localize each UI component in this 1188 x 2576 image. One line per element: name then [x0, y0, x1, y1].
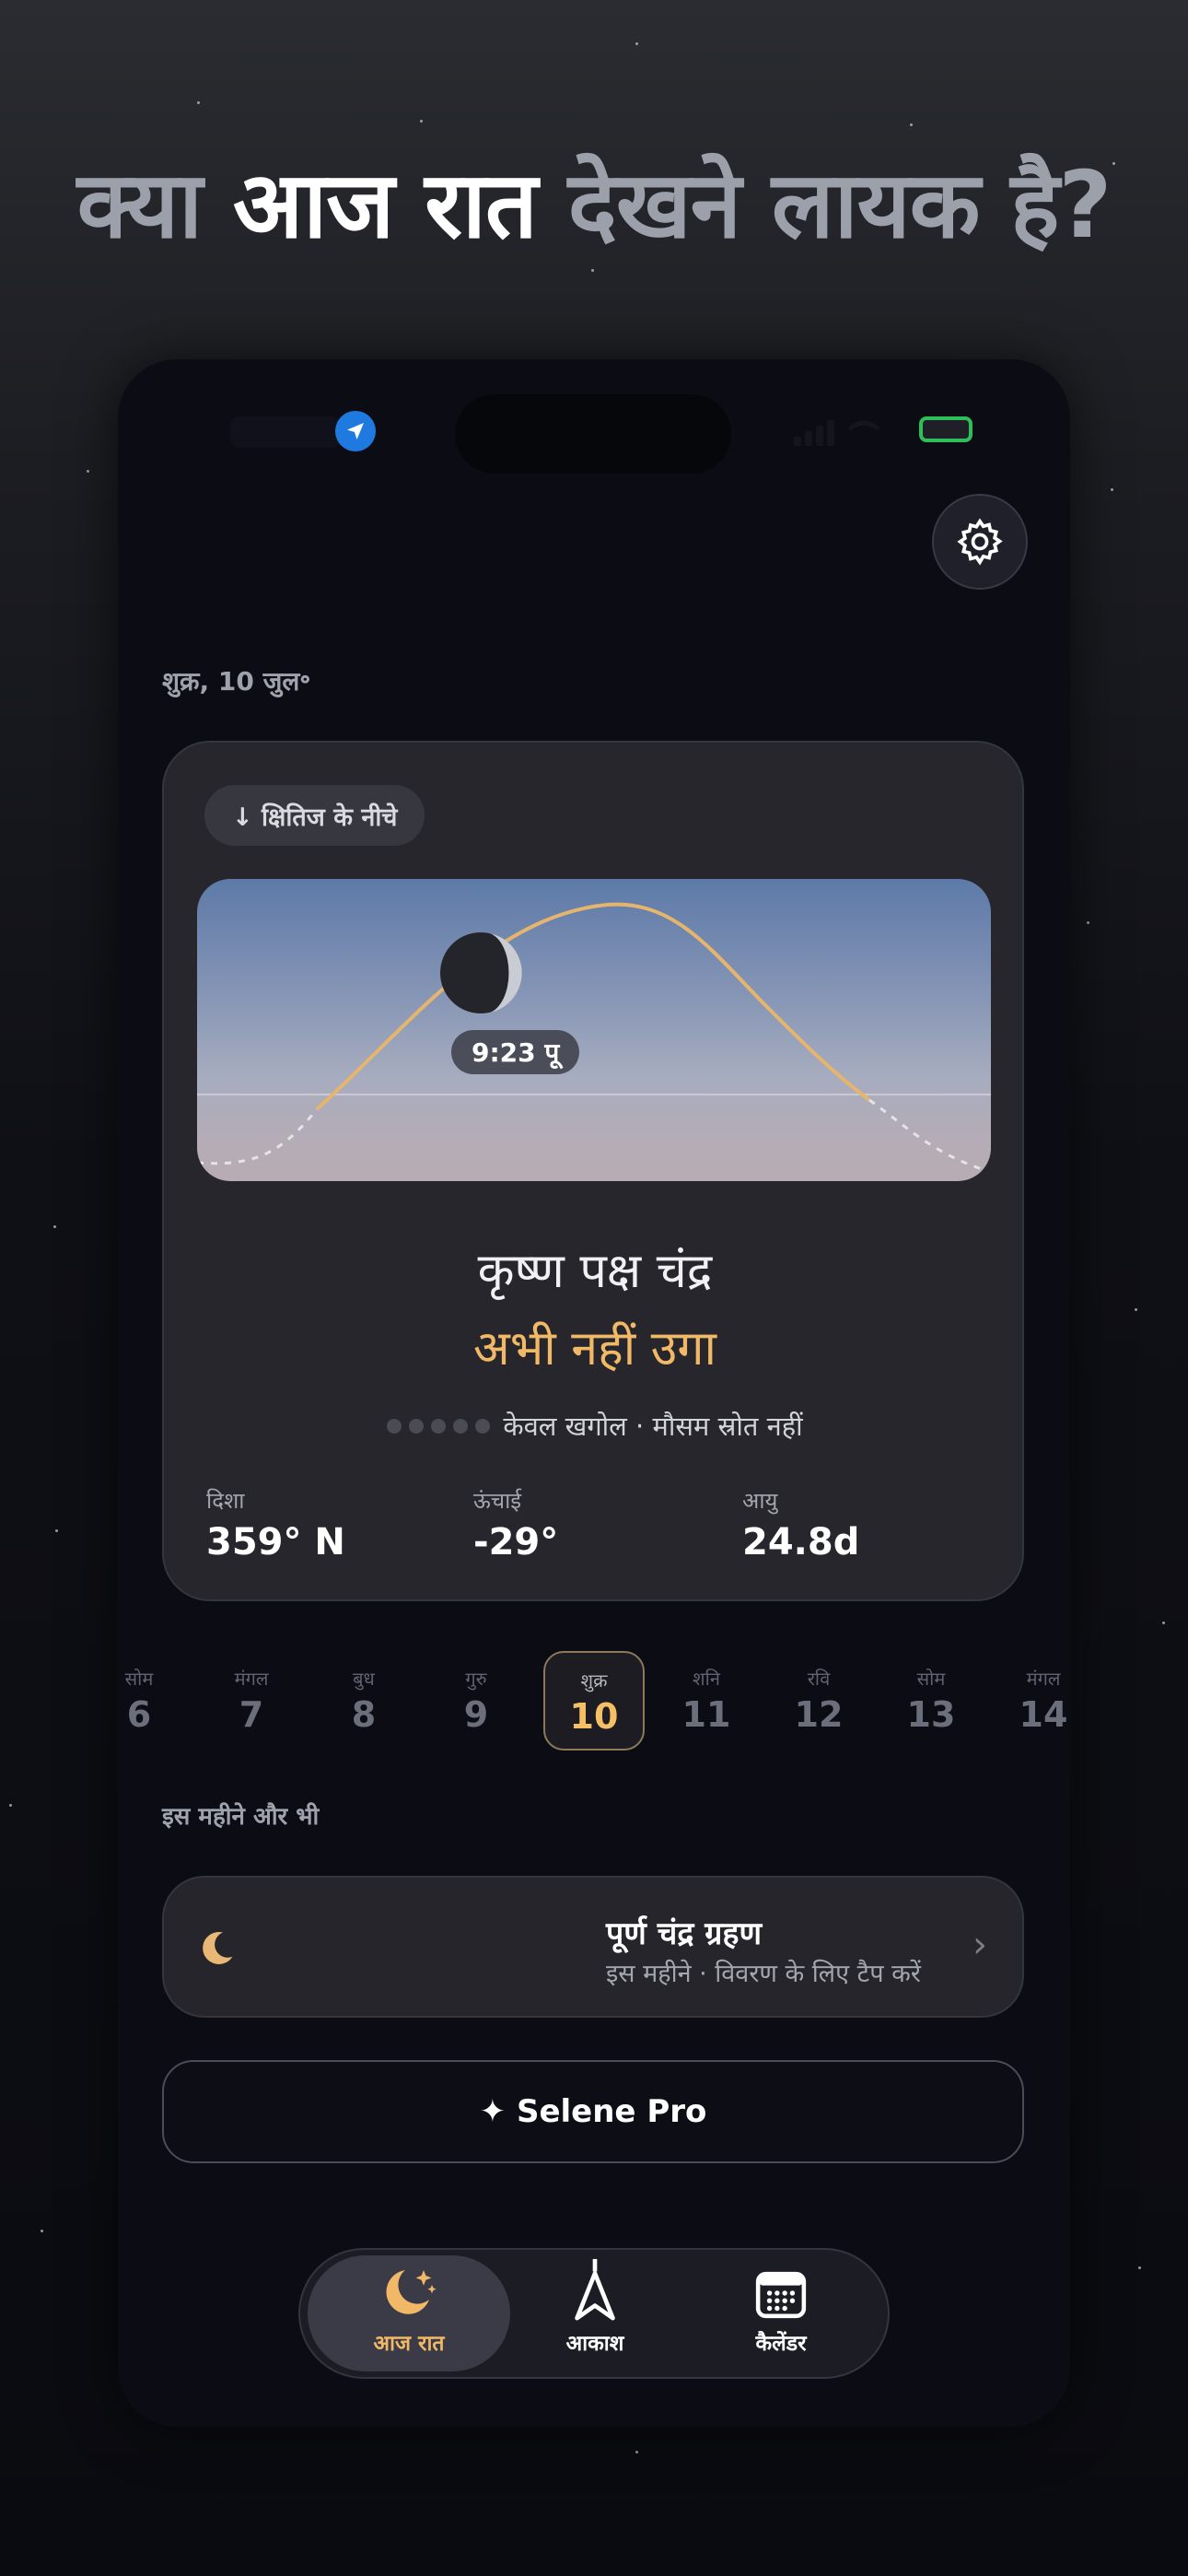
day-date: 8: [351, 1694, 377, 1735]
day-name: गुरु: [465, 1668, 487, 1690]
compass-arrow-icon: [575, 2258, 615, 2321]
stat-value: 24.8d: [742, 1521, 860, 1563]
headline: क्या आज रात देखने लायक है?: [0, 155, 1188, 256]
moon-stars-icon: [386, 2270, 437, 2314]
moon-card: ↓ क्षितिज के नीचे 9:23 पू कृष्ण पक्ष चंद…: [162, 741, 1024, 1601]
eclipse-event-card[interactable]: पूर्ण चंद्र ग्रहण इस महीने · विवरण के लि…: [162, 1876, 1024, 2018]
weather-dots: [387, 1418, 491, 1434]
day-name: सोम: [916, 1668, 946, 1690]
chevron-right-icon: ›: [973, 1924, 987, 1966]
day-date: 11: [681, 1694, 731, 1735]
horizon-badge: ↓ क्षितिज के नीचे: [204, 785, 425, 846]
day-item[interactable]: बुध 8: [313, 1651, 414, 1751]
day-name: बुध: [353, 1668, 375, 1690]
headline-part-2: आज रात: [232, 151, 538, 259]
day-item[interactable]: मंगल 7: [201, 1651, 302, 1751]
day-strip: सोम 6 मंगल 7 बुध 8 गुरु 9 शुक्र 10 शनि 1…: [118, 1651, 1070, 1751]
stat-label: दिशा: [206, 1488, 245, 1514]
stat-direction: दिशा 359° N: [206, 1485, 345, 1563]
day-date: 9: [463, 1694, 489, 1735]
tab-calendar[interactable]: कैलेंडर: [680, 2255, 882, 2371]
day-name: शुक्र: [580, 1669, 608, 1692]
day-name: रवि: [807, 1668, 831, 1690]
phase-name: कृष्ण पक्ष चंद्र: [477, 1244, 713, 1299]
stat-value: -29°: [473, 1521, 559, 1563]
event-subtitle: इस महीने · विवरण के लिए टैप करें: [606, 1960, 921, 1988]
tab-label: आज रात: [373, 2332, 445, 2356]
moon-path-chart: 9:23 पू: [197, 879, 991, 1181]
tab-label: आकाश: [565, 2332, 624, 2356]
location-arrow-icon: [335, 411, 376, 451]
source-note: केवल खगोल · मौसम स्रोत नहीं: [503, 1411, 803, 1442]
day-item[interactable]: शनि 11: [656, 1651, 757, 1751]
source-row: केवल खगोल · मौसम स्रोत नहीं: [164, 1408, 1026, 1444]
day-date: 10: [569, 1696, 619, 1737]
headline-part-1: क्या: [76, 151, 203, 259]
tab-label: कैलेंडर: [755, 2332, 807, 2356]
status-time: [230, 416, 341, 448]
stat-age: आयु 24.8d: [742, 1485, 859, 1563]
selene-pro-button[interactable]: ✦ Selene Pro: [162, 2060, 1024, 2163]
stat-label: ऊंचाई: [473, 1488, 522, 1514]
day-name: सोम: [124, 1668, 154, 1690]
day-date: 12: [794, 1694, 844, 1735]
day-item[interactable]: रवि 12: [768, 1651, 869, 1751]
day-item[interactable]: मंगल 14: [993, 1651, 1070, 1751]
tab-bar: आज रात आकाश कैलेंडर: [298, 2248, 890, 2379]
tab-sky[interactable]: आकाश: [494, 2255, 696, 2371]
day-name: मंगल: [234, 1668, 269, 1690]
day-name: मंगल: [1026, 1668, 1061, 1690]
day-name: शनि: [693, 1668, 720, 1690]
date-label: शुक्र, 10 जुल॰: [162, 666, 311, 697]
day-item[interactable]: सोम 13: [880, 1651, 982, 1751]
phase-status: अभी नहीं उगा: [473, 1321, 716, 1376]
day-date: 14: [1019, 1694, 1068, 1735]
phone-screen: शुक्र, 10 जुल॰ ↓ क्षितिज के नीचे 9:23 पू…: [118, 359, 1070, 2427]
month-section-label: इस महीने और भी: [162, 1803, 320, 1831]
moon-icon: [440, 932, 522, 1013]
day-item[interactable]: सोम 6: [118, 1651, 190, 1751]
stat-value: 359° N: [206, 1521, 345, 1563]
crescent-moon-icon: [203, 1931, 233, 1964]
day-item-selected[interactable]: शुक्र 10: [543, 1651, 645, 1751]
day-date: 6: [126, 1694, 152, 1735]
day-date: 7: [239, 1694, 264, 1735]
signal-icon: [790, 416, 901, 448]
settings-button[interactable]: [932, 494, 1028, 590]
battery-icon: [919, 416, 973, 442]
day-item[interactable]: गुरु 9: [425, 1651, 527, 1751]
tab-tonight[interactable]: आज रात: [308, 2255, 510, 2371]
headline-part-3: देखने लायक है?: [567, 151, 1112, 259]
gear-icon: [957, 518, 1003, 566]
dynamic-island: [455, 394, 731, 474]
day-date: 13: [906, 1694, 956, 1735]
stat-label: आयु: [742, 1488, 778, 1514]
moon-time-label: 9:23 पू: [451, 1030, 580, 1074]
event-title: पूर्ण चंद्र ग्रहण: [606, 1915, 763, 1952]
calendar-icon: [755, 2271, 807, 2319]
stat-altitude: ऊंचाई -29°: [473, 1485, 558, 1563]
